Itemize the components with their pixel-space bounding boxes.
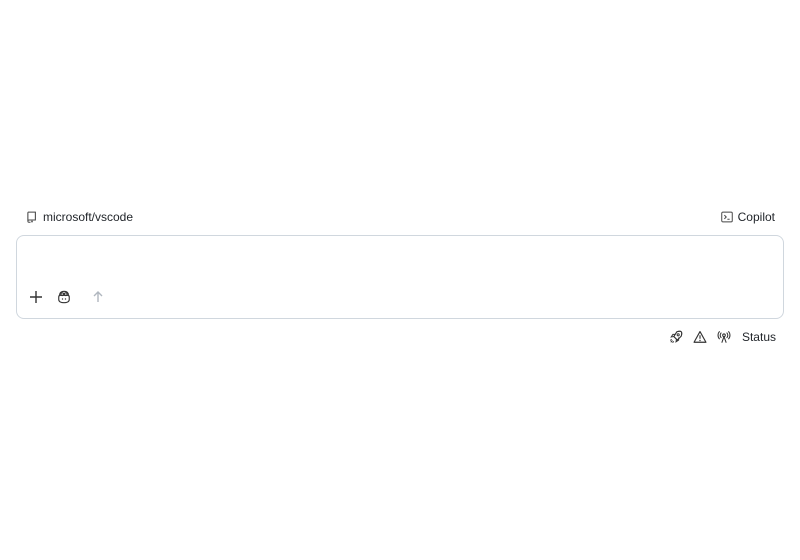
arrow-up-icon [91,290,105,309]
status-bar: Status [16,327,784,347]
rocket-icon[interactable] [668,329,684,345]
copilot-icon [57,290,71,309]
add-button[interactable] [25,288,47,310]
copilot-button[interactable] [53,288,75,310]
status-label[interactable]: Status [742,330,776,344]
repo-name: microsoft/vscode [43,210,134,224]
broadcast-icon[interactable] [716,329,732,345]
composer-header: microsoft/vscode Copilot [16,206,784,228]
terminal-icon [720,211,733,223]
warning-icon[interactable] [692,329,708,345]
agent-selector[interactable]: Copilot [720,210,775,224]
send-button[interactable] [87,288,109,310]
agent-label: Copilot [737,210,775,224]
composer-toolbar [25,288,109,310]
prompt-input[interactable] [27,244,771,284]
plus-icon [29,290,43,309]
composer-box [16,235,784,319]
chat-panel: microsoft/vscode Copilot Status [16,206,784,347]
repo-selector[interactable]: microsoft/vscode [26,210,133,224]
repo-icon [26,211,38,223]
